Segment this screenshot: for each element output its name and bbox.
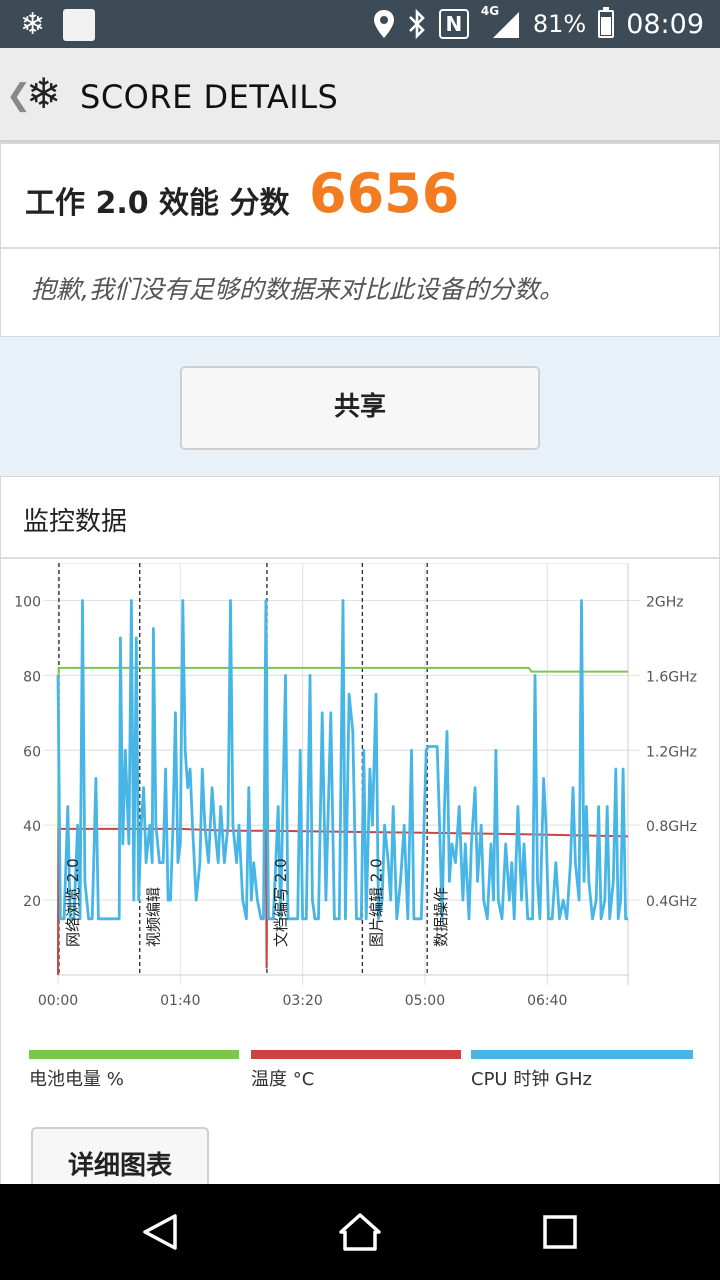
snowflake-logo-icon[interactable]: ❄: [26, 72, 61, 116]
back-icon: [143, 1214, 177, 1250]
page-title: SCORE DETAILS: [80, 78, 339, 116]
nav-back-button[interactable]: [100, 1184, 220, 1280]
section-label: 数据操作: [432, 887, 450, 947]
signal-icon: 4G: [481, 4, 521, 40]
chart-legend: 电池电量 % 温度 °C CPU 时钟 GHz: [29, 1050, 699, 1090]
section-label: 文档编写 2.0: [272, 858, 290, 947]
clock: 08:09: [626, 8, 704, 40]
y-left-tick-label: 80: [23, 669, 41, 685]
score-row: 工作 2.0 效能 分数 6656: [1, 144, 719, 249]
y-right-tick-label: 0.4GHz: [646, 894, 697, 910]
x-tick-label: 05:00: [405, 993, 445, 1009]
location-icon: [373, 10, 394, 38]
legend-item-temperature: 温度 °C: [251, 1050, 461, 1091]
battery-percent: 81%: [532, 10, 587, 38]
legend-swatch-cpu: [471, 1050, 693, 1059]
monitor-header: 监控数据: [1, 477, 719, 559]
y-right-tick-label: 1.6GHz: [646, 669, 697, 685]
score-note: 抱歉,我们没有足够的数据来对比此设备的分数。: [31, 275, 564, 304]
x-tick-label: 06:40: [527, 993, 567, 1009]
status-bar: ❄ N 4G 81% 08:09: [0, 0, 720, 48]
nav-recents-button[interactable]: [500, 1184, 620, 1280]
recents-icon: [543, 1215, 577, 1249]
bluetooth-icon: [408, 9, 425, 39]
battery-icon: [598, 7, 615, 38]
y-right-tick-label: 0.8GHz: [646, 819, 697, 835]
series-line: [56, 599, 628, 921]
system-nav-bar: [0, 1184, 720, 1280]
score-label: 工作 2.0 效能 分数: [25, 186, 290, 221]
y-left-tick-label: 40: [23, 819, 41, 835]
section-label: 网络浏览 2.0: [64, 858, 82, 947]
legend-label-battery: 电池电量 %: [29, 1069, 124, 1090]
nav-home-button[interactable]: [300, 1184, 420, 1280]
legend-item-cpu: CPU 时钟 GHz: [471, 1050, 693, 1091]
y-left-tick-label: 60: [23, 744, 41, 760]
share-button[interactable]: 共享: [180, 366, 540, 450]
nfc-icon: N: [438, 9, 469, 39]
legend-item-battery: 电池电量 %: [29, 1050, 239, 1091]
y-left-tick-label: 20: [23, 894, 41, 910]
notification-square-icon: [63, 9, 96, 41]
legend-swatch-battery: [29, 1050, 239, 1059]
app-snowflake-icon: ❄: [20, 7, 46, 42]
legend-label-cpu: CPU 时钟 GHz: [471, 1069, 592, 1090]
legend-label-temperature: 温度 °C: [251, 1069, 315, 1090]
legend-swatch-temperature: [251, 1050, 461, 1059]
x-tick-label: 03:20: [282, 993, 322, 1009]
score-value: 6656: [309, 162, 460, 225]
y-right-tick-label: 2GHz: [646, 594, 684, 610]
section-label: 图片编辑 2.0: [367, 858, 385, 947]
app-toolbar: ❮ ❄ SCORE DETAILS: [0, 48, 720, 142]
y-left-tick-label: 100: [14, 594, 41, 610]
score-card: 工作 2.0 效能 分数 6656 抱歉,我们没有足够的数据来对比此设备的分数。: [0, 143, 720, 337]
monitor-title: 监控数据: [23, 507, 128, 537]
home-icon: [339, 1213, 381, 1251]
section-label: 视频编辑: [145, 887, 163, 947]
monitor-card: 监控数据 20 40 60 80 100 0.4GHz 0.8GHz 1.2GHz 1.6GHz…: [0, 476, 720, 1217]
x-tick-label: 00:00: [38, 993, 78, 1009]
y-right-tick-label: 1.2GHz: [646, 744, 697, 760]
x-tick-label: 01:40: [160, 993, 200, 1009]
monitor-chart: 20 40 60 80 100 0.4GHz 0.8GHz 1.2GHz 1.6GHz 2GHz 0…: [14, 563, 697, 1009]
